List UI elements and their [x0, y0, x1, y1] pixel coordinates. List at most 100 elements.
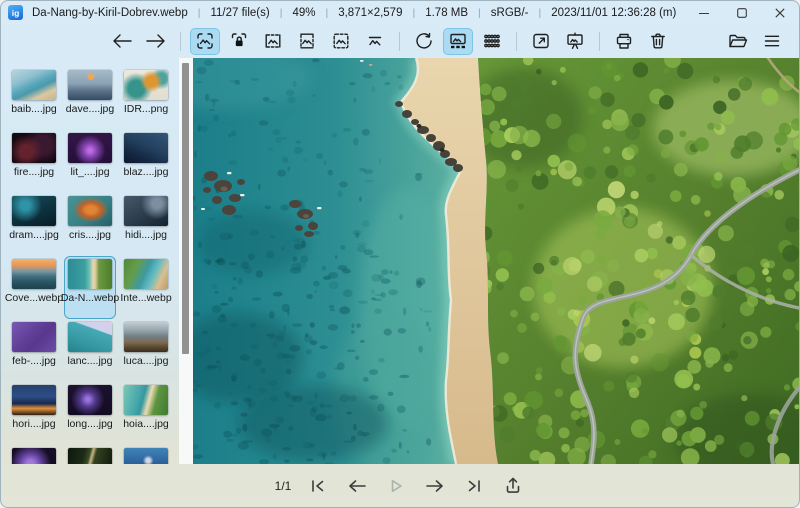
previous-arrow-icon: [349, 479, 367, 492]
title-segment: Da-Nang-by-Kiril-Dobrev.webp: [32, 6, 188, 19]
thumbnail-item[interactable]: fire....jpg: [8, 130, 60, 193]
thumbnail-item[interactable]: [64, 445, 116, 464]
thumbnail-filename: hoia....jpg: [123, 418, 169, 430]
lock-zoom-icon: [231, 33, 247, 47]
slideshow-icon: [567, 32, 583, 49]
fullscreen-button[interactable]: [526, 28, 556, 55]
window-controls: [685, 1, 799, 24]
title-segment: 49%: [292, 6, 316, 19]
thumbnail-filename: Da-N...webp: [60, 292, 120, 304]
thumbnail-filename: long....jpg: [67, 418, 113, 430]
maximize-button[interactable]: [723, 1, 761, 24]
thumbnail-image: [124, 196, 168, 226]
minimize-icon: [699, 12, 709, 14]
toolbar-separator: [599, 31, 600, 51]
thumbnail-image: [124, 259, 168, 289]
maximize-icon: [737, 7, 747, 18]
thumbnail-filename: blaz....jpg: [123, 166, 169, 178]
thumbnail-item[interactable]: cris....jpg: [64, 193, 116, 256]
forward-button[interactable]: [141, 28, 171, 55]
delete-button[interactable]: [643, 28, 673, 55]
toolbar: [1, 24, 799, 58]
imageglass-window: ig Da-Nang-by-Kiril-Dobrev.webp | 11/27 fi…: [0, 0, 800, 508]
auto-zoom-button[interactable]: [190, 27, 220, 55]
thumbnail-image: [124, 448, 168, 464]
toolbar-separator: [180, 31, 181, 51]
scale-to-width-icon: [265, 34, 281, 48]
scale-to-fit-icon: [333, 33, 349, 49]
checkerboard-button[interactable]: [477, 28, 507, 55]
toolbar-separator: [516, 31, 517, 51]
title-segment: sRGB/-: [490, 6, 529, 19]
scale-to-fill-icon: [368, 36, 382, 46]
thumbnail-image: [124, 322, 168, 352]
thumbnail-item[interactable]: lanc....jpg: [64, 319, 116, 382]
image-viewport[interactable]: [193, 58, 799, 464]
title-segments: Da-Nang-by-Kiril-Dobrev.webp | 11/27 file(…: [30, 7, 685, 19]
thumbnail-item[interactable]: dram....jpg: [8, 193, 60, 256]
scale-to-height-icon: [300, 33, 314, 49]
thumbnail-image: [68, 322, 112, 352]
thumbnail-item[interactable]: Inte...webp: [120, 256, 172, 319]
title-separator: |: [412, 6, 416, 19]
thumbnail-item[interactable]: lit_....jpg: [64, 130, 116, 193]
thumbnail-item[interactable]: blaz....jpg: [120, 130, 172, 193]
print-button[interactable]: [609, 28, 639, 55]
next-image-button[interactable]: [422, 475, 448, 497]
thumbnail-filename: hori....jpg: [12, 418, 56, 430]
back-button[interactable]: [107, 28, 137, 55]
first-image-button[interactable]: [306, 475, 329, 497]
scale-to-height-button[interactable]: [292, 28, 322, 55]
thumbnail-filename: feb-....jpg: [12, 355, 56, 367]
thumbnail-item[interactable]: [120, 445, 172, 464]
thumbnail-item[interactable]: long....jpg: [64, 382, 116, 445]
thumbnail-filename: Cove...webp: [4, 292, 64, 304]
thumbnail-item[interactable]: [8, 445, 60, 464]
slideshow-button[interactable]: [560, 28, 590, 55]
export-button[interactable]: [501, 474, 525, 497]
scale-to-width-button[interactable]: [258, 28, 288, 55]
thumbnail-item[interactable]: feb-....jpg: [8, 319, 60, 382]
main-menu-button[interactable]: [757, 28, 787, 55]
gallery-grid: baib....jpg dave....jpg IDR...png fire..…: [4, 67, 179, 464]
thumbnail-image: [12, 70, 56, 100]
thumbnail-item[interactable]: luca....jpg: [120, 319, 172, 382]
play-slideshow-button[interactable]: [385, 475, 407, 497]
thumbnail-item[interactable]: IDR...png: [120, 67, 172, 130]
last-image-button[interactable]: [463, 475, 486, 497]
thumbnail-image: [124, 70, 168, 100]
thumbnail-gallery: baib....jpg dave....jpg IDR...png fire..…: [1, 58, 179, 464]
thumbnail-image: [12, 385, 56, 415]
title-separator: |: [279, 6, 283, 19]
thumbnail-item[interactable]: Da-N...webp: [60, 256, 120, 319]
scale-to-fill-button[interactable]: [360, 28, 390, 55]
thumbnail-image: [124, 133, 168, 163]
gallery-button[interactable]: [443, 27, 473, 55]
thumbnail-item[interactable]: hoia....jpg: [120, 382, 172, 445]
print-icon: [616, 33, 632, 49]
close-button[interactable]: [761, 1, 799, 24]
thumbnail-item[interactable]: Cove...webp: [4, 256, 64, 319]
thumbnail-image: [12, 322, 56, 352]
refresh-button[interactable]: [409, 28, 439, 55]
previous-image-button[interactable]: [344, 475, 370, 497]
title-segment: 3,871×2,579: [338, 6, 403, 19]
thumbnail-filename: dram....jpg: [9, 229, 59, 241]
thumbnail-filename: baib....jpg: [11, 103, 57, 115]
scale-to-fit-button[interactable]: [326, 28, 356, 55]
lock-zoom-button[interactable]: [224, 28, 254, 55]
thumbnail-item[interactable]: dave....jpg: [64, 67, 116, 130]
thumbnail-item[interactable]: hori....jpg: [8, 382, 60, 445]
gallery-scrollbar-thumb[interactable]: [182, 63, 189, 354]
title-separator: |: [325, 6, 329, 19]
thumbnail-item[interactable]: baib....jpg: [8, 67, 60, 130]
app-icon: ig: [8, 5, 23, 20]
open-folder-icon: [729, 34, 748, 48]
minimize-button[interactable]: [685, 1, 723, 24]
gallery-scrollbar[interactable]: [179, 58, 193, 464]
thumbnail-image: [68, 196, 112, 226]
thumbnail-item[interactable]: hidi....jpg: [120, 193, 172, 256]
forward-icon: [146, 34, 165, 48]
next-arrow-icon: [426, 479, 444, 492]
open-file-button[interactable]: [723, 28, 753, 55]
